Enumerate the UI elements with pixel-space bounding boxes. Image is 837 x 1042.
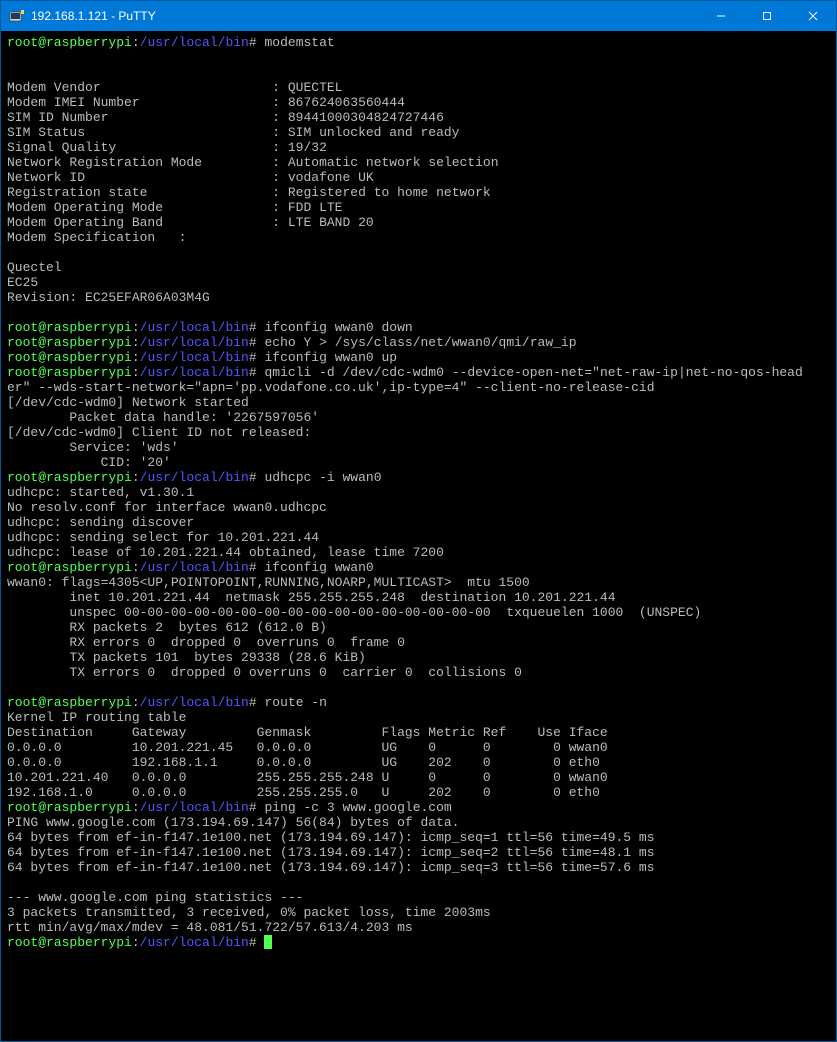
minimize-button[interactable] [698, 1, 744, 31]
titlebar[interactable]: 192.168.1.121 - PuTTY [1, 1, 836, 31]
reg-state: Registration state : Registered to home … [7, 185, 491, 200]
maximize-button[interactable] [744, 1, 790, 31]
prompt-user: root@raspberrypi [7, 35, 132, 50]
route-row: 10.201.221.40 0.0.0.0 255.255.255.248 U … [7, 770, 608, 785]
cmd: qmicli -d /dev/cdc-wdm0 --device-open-ne… [264, 365, 802, 380]
route-columns: Destination Gateway Genmask Flags Metric… [7, 725, 608, 740]
cmd: ping -c 3 www.google.com [264, 800, 451, 815]
cmd: route -n [264, 695, 326, 710]
network-id: Network ID : vodafone UK [7, 170, 374, 185]
putty-window: 192.168.1.121 - PuTTY root@raspberrypi:/… [0, 0, 837, 1042]
sim-id: SIM ID Number : 89441000304824727446 [7, 110, 444, 125]
route-row: 0.0.0.0 10.201.221.45 0.0.0.0 UG 0 0 0 w… [7, 740, 608, 755]
close-button[interactable] [790, 1, 836, 31]
modem-vendor: Modem Vendor : QUECTEL [7, 80, 342, 95]
terminal-output: root@raspberrypi:/usr/local/bin# modemst… [7, 35, 830, 950]
signal-quality: Signal Quality : 19/32 [7, 140, 327, 155]
cmd: ifconfig wwan0 down [264, 320, 412, 335]
route-row: 0.0.0.0 192.168.1.1 0.0.0.0 UG 202 0 0 e… [7, 755, 600, 770]
window-title: 192.168.1.121 - PuTTY [31, 9, 156, 23]
cursor [264, 935, 272, 949]
modem-spec: Modem Specification : [7, 230, 186, 245]
terminal-viewport[interactable]: root@raspberrypi:/usr/local/bin# modemst… [1, 31, 836, 1041]
cmd: modemstat [264, 35, 334, 50]
cmd: ifconfig wwan0 up [264, 350, 397, 365]
cmd: udhcpc -i wwan0 [264, 470, 381, 485]
op-mode: Modem Operating Mode : FDD LTE [7, 200, 342, 215]
app-icon [9, 8, 25, 24]
cmd: ifconfig wwan0 [264, 560, 373, 575]
modem-imei: Modem IMEI Number : 867624063560444 [7, 95, 405, 110]
route-row: 192.168.1.0 0.0.0.0 255.255.255.0 U 202 … [7, 785, 600, 800]
cmd: echo Y > /sys/class/net/wwan0/qmi/raw_ip [264, 335, 576, 350]
op-band: Modem Operating Band : LTE BAND 20 [7, 215, 374, 230]
prompt-path: /usr/local/bin [140, 35, 249, 50]
sim-status: SIM Status : SIM unlocked and ready [7, 125, 460, 140]
net-reg-mode: Network Registration Mode : Automatic ne… [7, 155, 499, 170]
